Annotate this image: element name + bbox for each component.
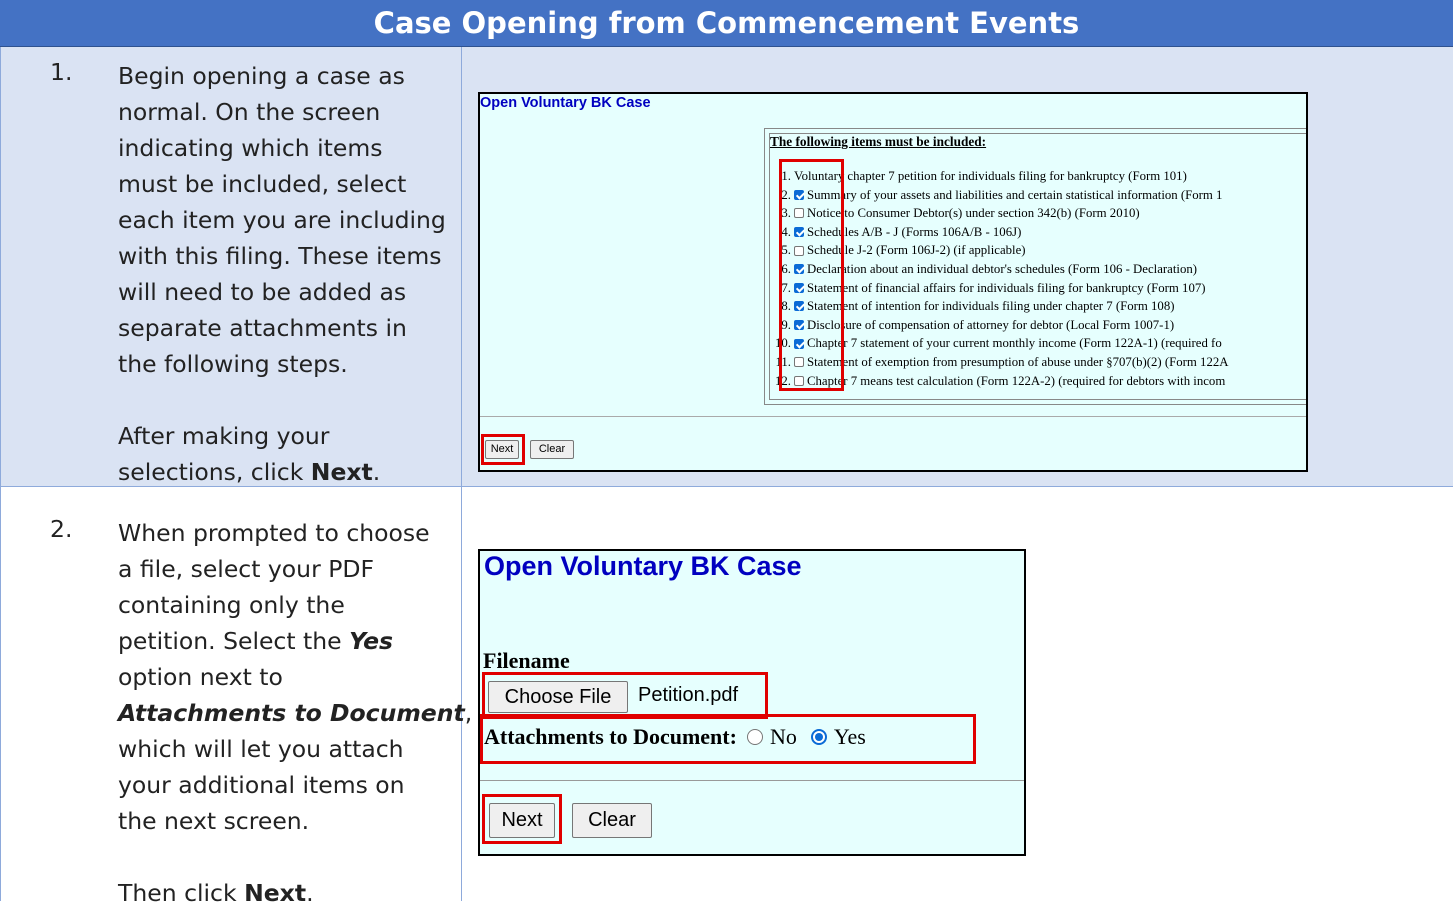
page-title: Case Opening from Commencement Events xyxy=(0,0,1453,47)
step-1-instructions: Begin opening a case as normal. On the s… xyxy=(118,58,446,490)
table-border-left xyxy=(0,47,1,901)
step-2-line: your additional items on xyxy=(118,771,405,799)
step-2-number: 2. xyxy=(50,515,73,543)
step-2-line: petition. Select the Yes xyxy=(118,627,393,655)
step-1-line: the following steps. xyxy=(118,350,348,378)
item-text: Chapter 7 statement of your current mont… xyxy=(807,336,1222,351)
step-2-line: When prompted to choose xyxy=(118,519,430,547)
step-2-line: the next screen. xyxy=(118,807,310,835)
step-1-line: normal. On the screen xyxy=(118,98,381,126)
step-1-line: Begin opening a case as xyxy=(118,62,405,90)
item-text: Statement of intention for individuals f… xyxy=(807,299,1175,314)
step-1-line: must be included, select xyxy=(118,170,407,198)
screen-title: Open Voluntary BK Case xyxy=(484,551,802,581)
screenshot-choose-file: Open Voluntary BK Case Filename Choose F… xyxy=(478,549,1026,856)
step-2-line: which will let you attach xyxy=(118,735,404,763)
item-text: Voluntary chapter 7 petition for individ… xyxy=(794,169,1187,183)
step-1-line: indicating which items xyxy=(118,134,383,162)
step-1-line: selections, click Next. xyxy=(118,458,381,486)
step-1-line: will need to be added as xyxy=(118,278,407,306)
item-text: Chapter 7 means test calculation (Form 1… xyxy=(807,373,1226,388)
highlight-choose-file xyxy=(482,672,768,719)
item-text: Statement of exemption from presumption … xyxy=(807,354,1229,369)
highlight-checkbox-column xyxy=(779,159,844,391)
step-1-line: separate attachments in xyxy=(118,314,407,342)
highlight-next-button xyxy=(481,434,525,465)
item-text: Notice to Consumer Debtor(s) under secti… xyxy=(807,206,1140,221)
step-2-line: option next to xyxy=(118,663,283,691)
highlight-attachments-option xyxy=(480,714,976,764)
item-text: Summary of your assets and liabilities a… xyxy=(807,187,1223,202)
item-text: Statement of financial affairs for indiv… xyxy=(807,280,1206,295)
clear-button[interactable]: Clear xyxy=(572,803,652,838)
step-2-line: Attachments to Document, xyxy=(118,699,473,727)
highlight-next-button xyxy=(482,794,562,844)
step-2-instructions: When prompted to choose a file, select y… xyxy=(118,515,472,911)
clear-button[interactable]: Clear xyxy=(530,440,574,459)
screenshot-select-items: Open Voluntary BK Case The following ite… xyxy=(478,92,1308,472)
step-2-line: Then click Next. xyxy=(118,879,314,907)
item-text: Declaration about an individual debtor's… xyxy=(807,261,1198,276)
step-2-line: containing only the xyxy=(118,591,345,619)
divider xyxy=(480,780,1024,781)
item-text: Disclosure of compensation of attorney f… xyxy=(807,317,1175,332)
step-1-line: each item you are including xyxy=(118,206,446,234)
divider xyxy=(480,416,1306,417)
step-1-line: After making your xyxy=(118,422,330,450)
items-panel: The following items must be included: 1.… xyxy=(764,128,1306,405)
items-heading: The following items must be included: xyxy=(770,134,987,149)
step-1-line: with this filing. These items xyxy=(118,242,442,270)
step-2-line: a file, select your PDF xyxy=(118,555,374,583)
filename-label: Filename xyxy=(483,648,570,673)
screen-title: Open Voluntary BK Case xyxy=(480,95,651,111)
step-1-number: 1. xyxy=(50,58,73,86)
